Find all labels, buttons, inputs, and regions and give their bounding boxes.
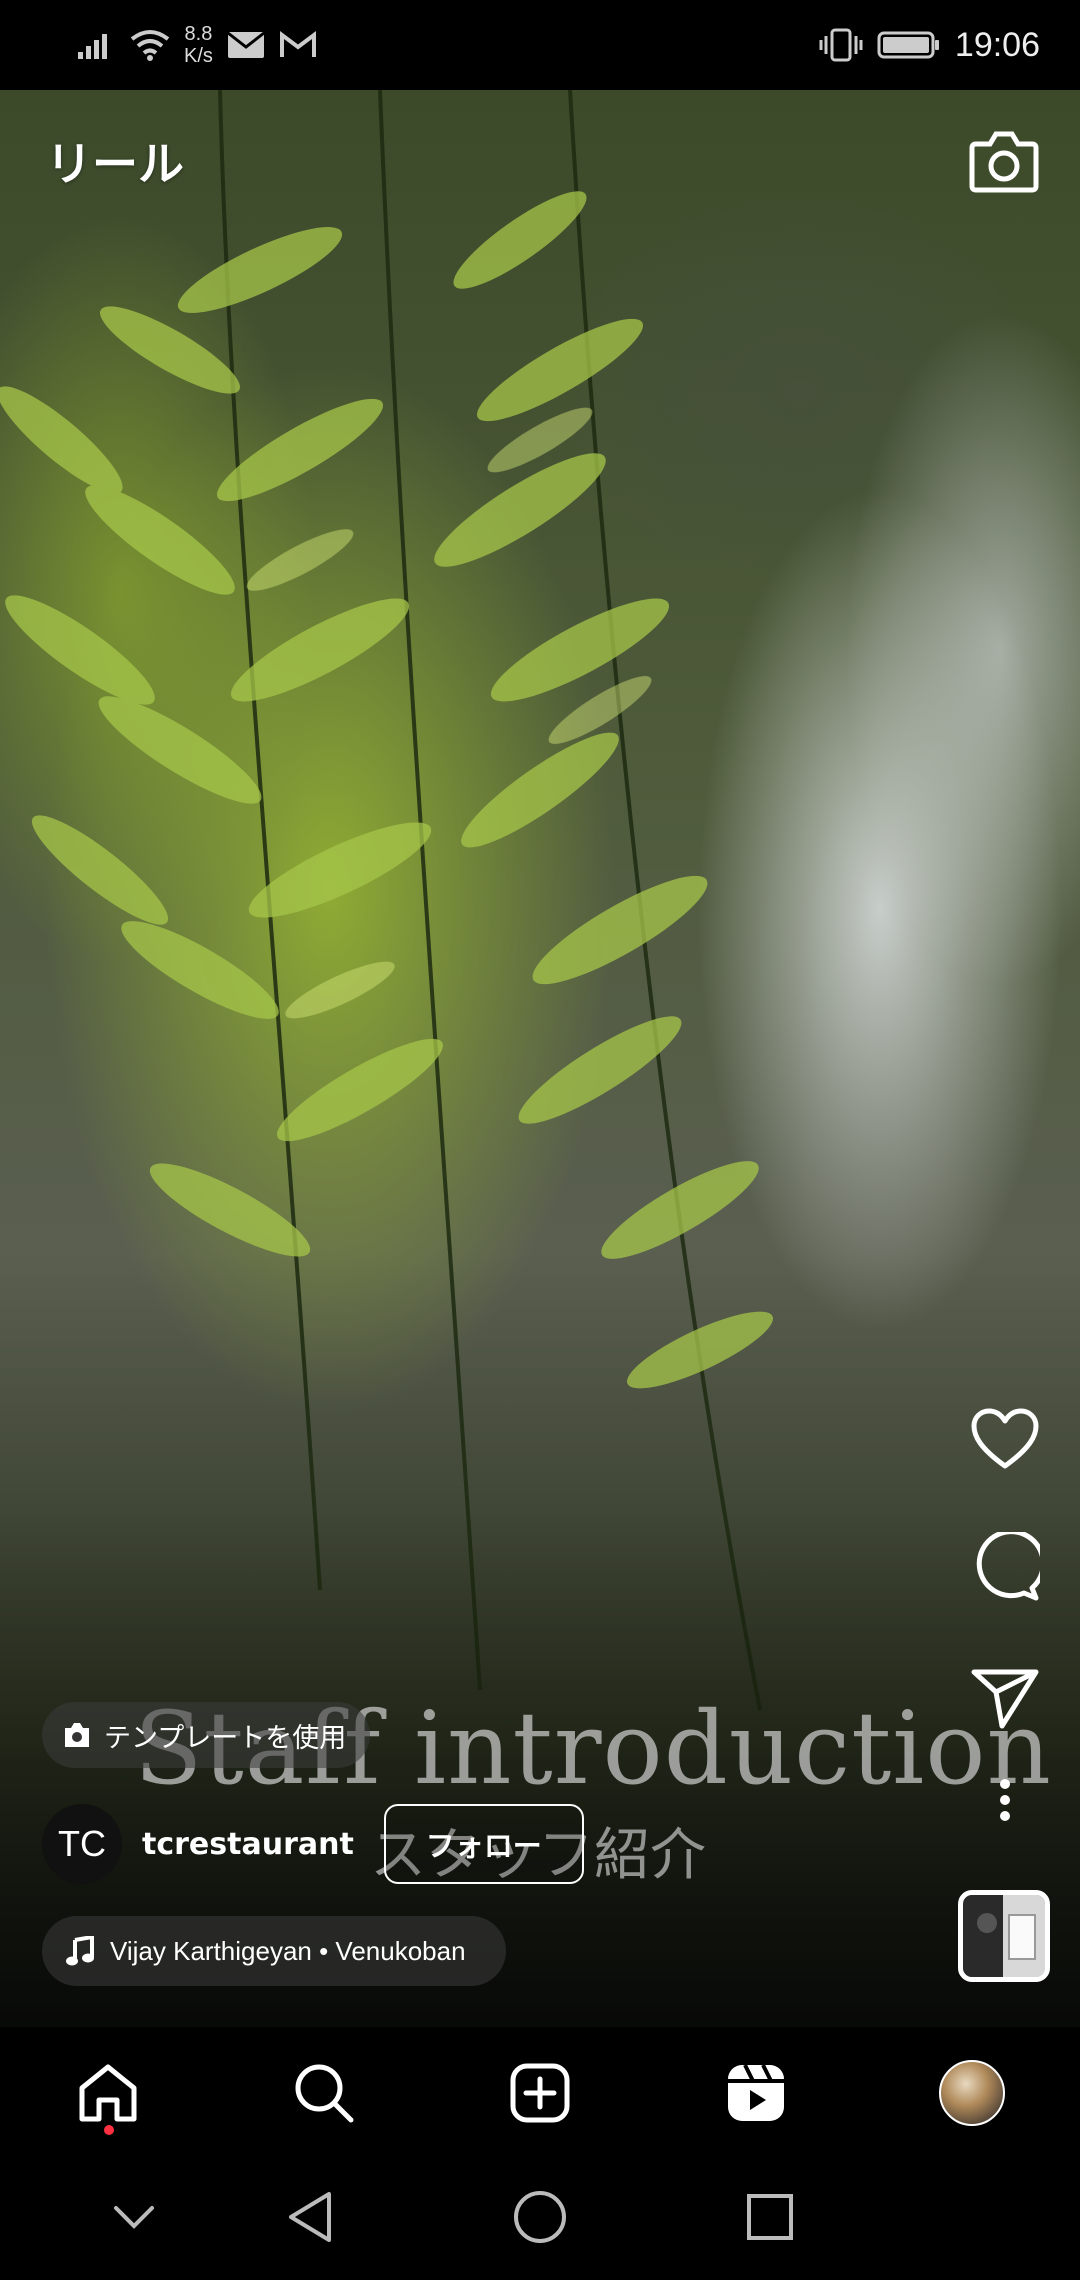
network-speed: 8.8 K/s [184,23,213,67]
nav-search[interactable] [286,2055,362,2131]
thumbnail-image [963,1895,1045,1977]
back-button[interactable] [280,2187,340,2247]
heart-icon [971,1408,1039,1469]
speed-value: 8.8 [184,23,213,45]
system-nav-bar [0,2157,1080,2280]
profile-avatar [939,2060,1005,2126]
account-row: TC tcrestaurant フォロー [42,1804,584,1884]
page-title: リール [46,137,184,191]
follow-button[interactable]: フォロー [383,1804,584,1884]
home-icon [79,2064,137,2122]
comment-button[interactable] [960,1522,1050,1612]
more-button[interactable] [960,1765,1050,1835]
vibrate-icon [819,28,863,62]
share-button[interactable] [960,1653,1050,1743]
camera-icon [969,131,1039,193]
bottom-nav [0,2027,1080,2157]
avatar[interactable]: TC [42,1804,122,1884]
template-label: テンプレートを使用 [104,1722,347,1754]
nav-create[interactable] [502,2055,578,2131]
audio-thumbnail[interactable] [958,1890,1050,1982]
comment-icon [976,1532,1040,1601]
hide-nav-button[interactable] [104,2187,164,2247]
gmail-icon [279,31,316,57]
status-left: 8.8 K/s [76,23,317,67]
send-icon [971,1669,1039,1729]
nav-profile[interactable] [934,2055,1010,2131]
username[interactable]: tcrestaurant [142,1827,354,1862]
battery-icon [877,31,939,59]
notification-dot [104,2125,114,2135]
use-template-button[interactable]: テンプレートを使用 [42,1702,371,1768]
reels-icon [728,2064,784,2121]
speed-unit: K/s [184,45,213,67]
camera-icon [65,1723,89,1747]
music-note-icon [66,1936,94,1966]
mail-icon [226,31,265,58]
back-icon [289,2192,331,2242]
home-button[interactable] [510,2187,570,2247]
like-button[interactable] [960,1395,1050,1485]
status-right: 19:06 [819,26,1040,65]
chevron-down-icon [114,2206,154,2229]
audio-pill[interactable]: Vijay Karthigeyan • Venukoban [42,1916,506,1986]
clock: 19:06 [954,25,1040,64]
create-icon [510,2063,570,2123]
wifi-icon [130,30,170,61]
home-circle-icon [514,2191,566,2243]
reels-screen: 8.8 K/s 19:06 リール Staff introduction スタッ… [0,0,1080,2280]
more-icon [1000,1779,1010,1821]
nav-reels[interactable] [718,2055,794,2131]
search-icon [295,2064,354,2123]
recents-icon [747,2194,793,2240]
nav-home[interactable] [70,2055,146,2131]
audio-text: Vijay Karthigeyan • Venukoban [110,1935,466,1966]
status-bar: 8.8 K/s 19:06 [0,0,1080,90]
recents-button[interactable] [740,2187,800,2247]
camera-button[interactable] [968,128,1040,194]
signal-icon [78,34,107,59]
